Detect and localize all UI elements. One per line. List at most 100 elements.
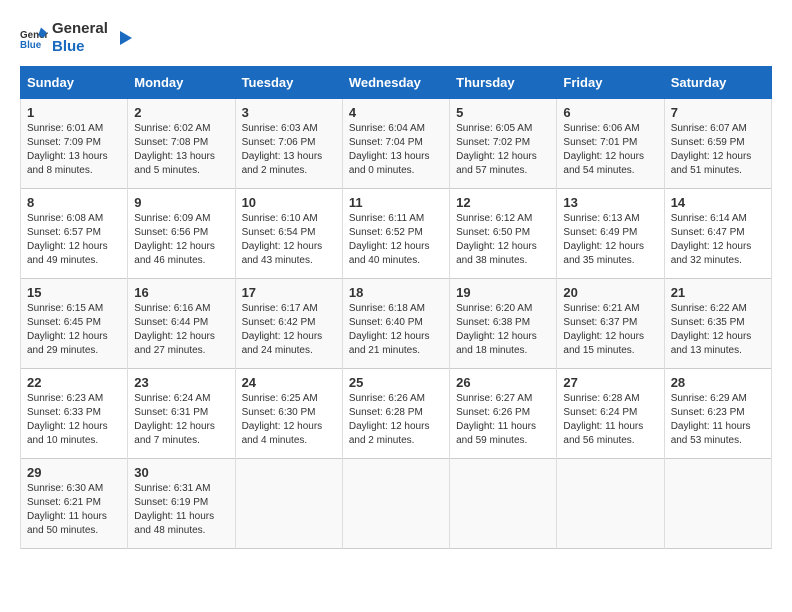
calendar-cell: 17Sunrise: 6:17 AM Sunset: 6:42 PM Dayli… <box>235 279 342 369</box>
day-number: 2 <box>134 105 228 120</box>
day-number: 26 <box>456 375 550 390</box>
day-info: Sunrise: 6:18 AM Sunset: 6:40 PM Dayligh… <box>349 302 443 358</box>
calendar-cell: 3 Sunrise: 6:03 AM Sunset: 7:06 PM Daylig… <box>235 99 342 189</box>
day-info: Sunrise: 6:31 AM Sunset: 6:19 PM Dayligh… <box>134 482 228 538</box>
calendar-cell: 11Sunrise: 6:11 AM Sunset: 6:52 PM Dayli… <box>342 189 449 279</box>
calendar-cell: 23Sunrise: 6:24 AM Sunset: 6:31 PM Dayli… <box>128 369 235 459</box>
day-number: 30 <box>134 465 228 480</box>
day-number: 21 <box>671 285 765 300</box>
day-info: Sunrise: 6:23 AM Sunset: 6:33 PM Dayligh… <box>27 392 121 448</box>
weekday-header-tuesday: Tuesday <box>235 67 342 99</box>
day-info: Sunrise: 6:02 AM Sunset: 7:08 PM Dayligh… <box>134 122 228 178</box>
svg-text:Blue: Blue <box>20 40 42 51</box>
day-info: Sunrise: 6:03 AM Sunset: 7:06 PM Dayligh… <box>242 122 336 178</box>
calendar-week-3: 15 Sunrise: 6:15 AM Sunset: 6:45 PM Dayli… <box>21 279 772 369</box>
calendar-cell: 20 Sunrise: 6:21 AM Sunset: 6:37 PM Dayli… <box>557 279 664 369</box>
day-number: 5 <box>456 105 550 120</box>
day-info: Sunrise: 6:15 AM Sunset: 6:45 PM Dayligh… <box>27 302 121 358</box>
day-info: Sunrise: 6:30 AM Sunset: 6:21 PM Dayligh… <box>27 482 121 538</box>
weekday-header-saturday: Saturday <box>664 67 771 99</box>
day-info: Sunrise: 6:21 AM Sunset: 6:37 PM Dayligh… <box>563 302 657 358</box>
day-number: 14 <box>671 195 765 210</box>
header: General Blue General Blue <box>20 20 772 56</box>
day-number: 7 <box>671 105 765 120</box>
day-number: 10 <box>242 195 336 210</box>
day-info: Sunrise: 6:08 AM Sunset: 6:57 PM Dayligh… <box>27 212 121 268</box>
logo: General Blue General Blue <box>20 20 134 56</box>
day-info: Sunrise: 6:07 AM Sunset: 6:59 PM Dayligh… <box>671 122 765 178</box>
calendar-cell <box>557 459 664 549</box>
calendar-cell: 27 Sunrise: 6:28 AM Sunset: 6:24 PM Dayli… <box>557 369 664 459</box>
logo-arrow-icon <box>112 27 134 49</box>
logo-blue: Blue <box>52 38 108 56</box>
calendar-cell: 12Sunrise: 6:12 AM Sunset: 6:50 PM Dayli… <box>450 189 557 279</box>
weekday-header-wednesday: Wednesday <box>342 67 449 99</box>
weekday-header-friday: Friday <box>557 67 664 99</box>
calendar-cell: 26 Sunrise: 6:27 AM Sunset: 6:26 PM Dayli… <box>450 369 557 459</box>
weekday-header-row: SundayMondayTuesdayWednesdayThursdayFrid… <box>21 67 772 99</box>
day-info: Sunrise: 6:01 AM Sunset: 7:09 PM Dayligh… <box>27 122 121 178</box>
day-number: 24 <box>242 375 336 390</box>
day-number: 20 <box>563 285 657 300</box>
day-number: 1 <box>27 105 121 120</box>
day-number: 18 <box>349 285 443 300</box>
calendar-week-1: 1 Sunrise: 6:01 AM Sunset: 7:09 PM Daylig… <box>21 99 772 189</box>
weekday-header-monday: Monday <box>128 67 235 99</box>
calendar-cell: 18 Sunrise: 6:18 AM Sunset: 6:40 PM Dayli… <box>342 279 449 369</box>
day-info: Sunrise: 6:17 AM Sunset: 6:42 PM Dayligh… <box>242 302 336 358</box>
calendar-cell: 10 Sunrise: 6:10 AM Sunset: 6:54 PM Dayli… <box>235 189 342 279</box>
logo-icon: General Blue <box>20 24 48 52</box>
calendar-cell <box>664 459 771 549</box>
day-number: 4 <box>349 105 443 120</box>
day-number: 25 <box>349 375 443 390</box>
weekday-header-thursday: Thursday <box>450 67 557 99</box>
day-info: Sunrise: 6:20 AM Sunset: 6:38 PM Dayligh… <box>456 302 550 358</box>
calendar-week-5: 29 Sunrise: 6:30 AM Sunset: 6:21 PM Dayli… <box>21 459 772 549</box>
day-info: Sunrise: 6:09 AM Sunset: 6:56 PM Dayligh… <box>134 212 228 268</box>
day-info: Sunrise: 6:10 AM Sunset: 6:54 PM Dayligh… <box>242 212 336 268</box>
calendar-cell: 5 Sunrise: 6:05 AM Sunset: 7:02 PM Daylig… <box>450 99 557 189</box>
calendar-cell: 14 Sunrise: 6:14 AM Sunset: 6:47 PM Dayli… <box>664 189 771 279</box>
calendar-cell: 2 Sunrise: 6:02 AM Sunset: 7:08 PM Daylig… <box>128 99 235 189</box>
calendar-cell <box>235 459 342 549</box>
day-number: 16 <box>134 285 228 300</box>
calendar-cell: 9 Sunrise: 6:09 AM Sunset: 6:56 PM Daylig… <box>128 189 235 279</box>
logo-general: General <box>52 20 108 38</box>
calendar-cell: 22Sunrise: 6:23 AM Sunset: 6:33 PM Dayli… <box>21 369 128 459</box>
day-number: 11 <box>349 195 443 210</box>
calendar-cell: 16 Sunrise: 6:16 AM Sunset: 6:44 PM Dayli… <box>128 279 235 369</box>
day-number: 3 <box>242 105 336 120</box>
weekday-header-sunday: Sunday <box>21 67 128 99</box>
calendar-cell: 15 Sunrise: 6:15 AM Sunset: 6:45 PM Dayli… <box>21 279 128 369</box>
day-number: 23 <box>134 375 228 390</box>
day-number: 27 <box>563 375 657 390</box>
day-info: Sunrise: 6:12 AM Sunset: 6:50 PM Dayligh… <box>456 212 550 268</box>
day-number: 9 <box>134 195 228 210</box>
day-info: Sunrise: 6:22 AM Sunset: 6:35 PM Dayligh… <box>671 302 765 358</box>
day-info: Sunrise: 6:26 AM Sunset: 6:28 PM Dayligh… <box>349 392 443 448</box>
day-number: 6 <box>563 105 657 120</box>
day-info: Sunrise: 6:14 AM Sunset: 6:47 PM Dayligh… <box>671 212 765 268</box>
calendar-cell: 4 Sunrise: 6:04 AM Sunset: 7:04 PM Daylig… <box>342 99 449 189</box>
calendar-week-2: 8 Sunrise: 6:08 AM Sunset: 6:57 PM Daylig… <box>21 189 772 279</box>
calendar-week-4: 22Sunrise: 6:23 AM Sunset: 6:33 PM Dayli… <box>21 369 772 459</box>
calendar-cell: 28Sunrise: 6:29 AM Sunset: 6:23 PM Dayli… <box>664 369 771 459</box>
day-number: 29 <box>27 465 121 480</box>
day-info: Sunrise: 6:13 AM Sunset: 6:49 PM Dayligh… <box>563 212 657 268</box>
calendar-cell: 8 Sunrise: 6:08 AM Sunset: 6:57 PM Daylig… <box>21 189 128 279</box>
day-info: Sunrise: 6:29 AM Sunset: 6:23 PM Dayligh… <box>671 392 765 448</box>
day-info: Sunrise: 6:27 AM Sunset: 6:26 PM Dayligh… <box>456 392 550 448</box>
calendar-cell: 25 Sunrise: 6:26 AM Sunset: 6:28 PM Dayli… <box>342 369 449 459</box>
day-info: Sunrise: 6:04 AM Sunset: 7:04 PM Dayligh… <box>349 122 443 178</box>
calendar-cell: 13Sunrise: 6:13 AM Sunset: 6:49 PM Dayli… <box>557 189 664 279</box>
day-info: Sunrise: 6:28 AM Sunset: 6:24 PM Dayligh… <box>563 392 657 448</box>
calendar-cell: 29 Sunrise: 6:30 AM Sunset: 6:21 PM Dayli… <box>21 459 128 549</box>
calendar-cell <box>450 459 557 549</box>
day-info: Sunrise: 6:16 AM Sunset: 6:44 PM Dayligh… <box>134 302 228 358</box>
calendar-cell: 7 Sunrise: 6:07 AM Sunset: 6:59 PM Daylig… <box>664 99 771 189</box>
day-number: 8 <box>27 195 121 210</box>
day-info: Sunrise: 6:05 AM Sunset: 7:02 PM Dayligh… <box>456 122 550 178</box>
day-number: 15 <box>27 285 121 300</box>
day-info: Sunrise: 6:25 AM Sunset: 6:30 PM Dayligh… <box>242 392 336 448</box>
calendar-table: SundayMondayTuesdayWednesdayThursdayFrid… <box>20 66 772 549</box>
